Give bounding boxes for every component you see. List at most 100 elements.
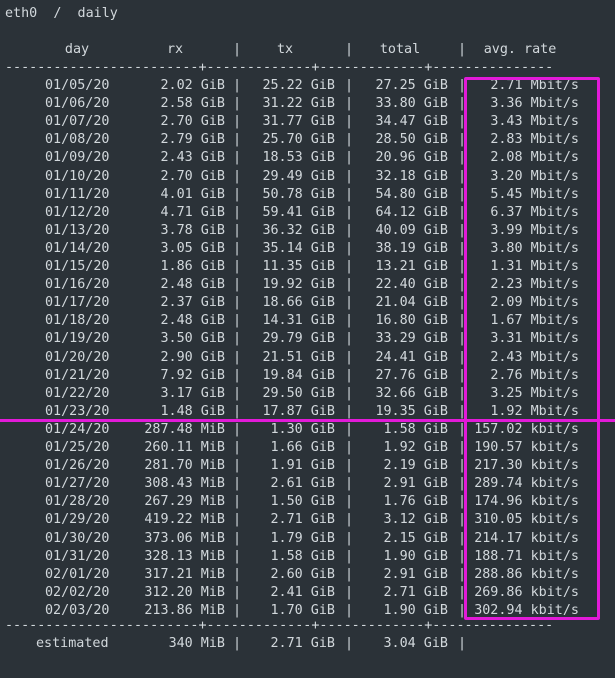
cell-day: 01/19/20 (45, 331, 110, 347)
cell-day: 02/01/20 (45, 566, 110, 582)
avg-rate-highlight-box (464, 77, 600, 620)
cell-tx: 29.49 GiB (262, 168, 335, 184)
cell-day: 01/15/20 (45, 259, 110, 274)
cell-total: 2.15 GiB (383, 530, 449, 546)
cell-day: 01/25/20 (45, 440, 110, 455)
cell-total: 54.80 GiB (375, 186, 448, 202)
cell-day: 01/27/20 (45, 476, 110, 492)
cell-tx: 18.53 GiB (262, 150, 335, 166)
cell-rx: 267.29 MiB (144, 494, 225, 510)
cell-total: 2.91 GiB (383, 476, 449, 492)
cell-tx: 31.77 GiB (262, 114, 335, 130)
column-divider: | (458, 636, 467, 651)
column-divider: | (345, 222, 354, 238)
cell-tx: 2.60 GiB (270, 566, 336, 582)
header-total: total (379, 42, 421, 57)
column-divider: | (345, 313, 354, 329)
cell-rx: 2.58 GiB (160, 96, 226, 112)
column-divider: | (345, 349, 354, 365)
cell-day: 01/18/20 (45, 313, 110, 329)
cell-total: 33.29 GiB (375, 331, 448, 347)
column-divider: | (345, 530, 354, 546)
cell-tx: 2.61 GiB (270, 476, 336, 492)
cell-total: 32.18 GiB (375, 168, 448, 184)
cell-tx: 31.22 GiB (262, 96, 335, 112)
cell-rx: 4.01 GiB (160, 186, 226, 202)
cell-day: 01/13/20 (45, 222, 110, 238)
cell-tx: 19.84 GiB (262, 367, 335, 383)
cell-day: 01/05/20 (45, 78, 110, 93)
cell-day: 02/02/20 (45, 584, 110, 600)
header-rx: rx (166, 42, 184, 57)
cell-total: 13.21 GiB (375, 259, 448, 274)
estimated-row: estimated 340 MiB 2.71 GiB 3.04 GiB | | | (5, 635, 605, 653)
column-divider: | (345, 259, 354, 274)
cell-tx: 1.66 GiB (270, 440, 336, 455)
cell-tx: 1.91 GiB (270, 458, 336, 474)
cell-total: 64.12 GiB (375, 204, 448, 220)
cell-rx: 7.92 GiB (160, 367, 226, 383)
cell-day: 01/29/20 (45, 512, 110, 528)
column-divider: | (233, 512, 242, 528)
column-divider: | (345, 277, 354, 293)
column-divider: | (233, 636, 242, 651)
header-tx: tx (276, 42, 294, 57)
column-divider: | (233, 494, 242, 510)
column-divider: | (345, 494, 354, 510)
cell-total: 27.76 GiB (375, 367, 448, 383)
cell-day: 01/14/20 (45, 240, 110, 256)
column-divider: | (233, 584, 242, 600)
cell-rx: 3.17 GiB (160, 385, 226, 401)
column-divider: | (233, 458, 242, 474)
column-divider: | (233, 367, 242, 383)
column-divider: | (233, 548, 242, 564)
cell-day: 01/11/20 (45, 186, 110, 202)
cell-total: 33.80 GiB (375, 96, 448, 112)
column-divider: | (233, 259, 242, 274)
column-divider: | (233, 476, 242, 492)
column-divider: | (345, 367, 354, 383)
cell-total: 22.40 GiB (375, 277, 448, 293)
column-divider: | (345, 440, 354, 455)
cell-day: 01/26/20 (45, 458, 110, 474)
cell-rx: 260.11 MiB (144, 440, 225, 455)
column-divider: | (345, 566, 354, 582)
column-divider: | (233, 114, 242, 130)
cell-tx: 59.41 GiB (262, 204, 335, 220)
column-divider: | (233, 96, 242, 112)
column-divider: | (345, 331, 354, 347)
column-divider: | (345, 186, 354, 202)
table-header: day rx tx total avg. rate | | | (5, 41, 605, 59)
column-divider: | (345, 78, 354, 93)
cell-rx: 287.48 MiB (144, 421, 225, 437)
cell-day: 01/08/20 (45, 132, 110, 148)
column-divider: | (345, 240, 354, 256)
cell-tx: 19.92 GiB (262, 277, 335, 293)
cell-day: 01/21/20 (45, 367, 110, 383)
cell-day: 01/16/20 (45, 277, 110, 293)
cell-tx: 25.22 GiB (262, 78, 335, 93)
cell-rx: 2.37 GiB (160, 295, 226, 311)
cell-rx: 281.70 MiB (144, 458, 225, 474)
column-divider: | (233, 385, 242, 401)
column-divider: | (233, 168, 242, 184)
column-divider: | (233, 222, 242, 238)
cell-tx: 1.30 GiB (270, 421, 336, 437)
cell-rx: 3.78 GiB (160, 222, 226, 238)
column-divider: | (345, 385, 354, 401)
cell-total: 16.80 GiB (375, 313, 448, 329)
column-divider: | (345, 421, 354, 437)
cell-tx: 29.50 GiB (262, 385, 335, 401)
cell-total: 1.58 GiB (383, 421, 449, 437)
column-divider: | (345, 204, 354, 220)
column-divider: | (233, 331, 242, 347)
cell-tx: 21.51 GiB (262, 349, 335, 365)
cell-total: 2.19 GiB (383, 458, 449, 474)
estimated-tx: 2.71 GiB (270, 636, 336, 651)
cell-rx: 4.71 GiB (160, 204, 226, 220)
cell-rx: 2.48 GiB (160, 313, 226, 329)
column-divider: | (345, 584, 354, 600)
cell-total: 1.90 GiB (383, 548, 449, 564)
cell-day: 01/28/20 (45, 494, 110, 510)
cell-total: 2.91 GiB (383, 566, 449, 582)
